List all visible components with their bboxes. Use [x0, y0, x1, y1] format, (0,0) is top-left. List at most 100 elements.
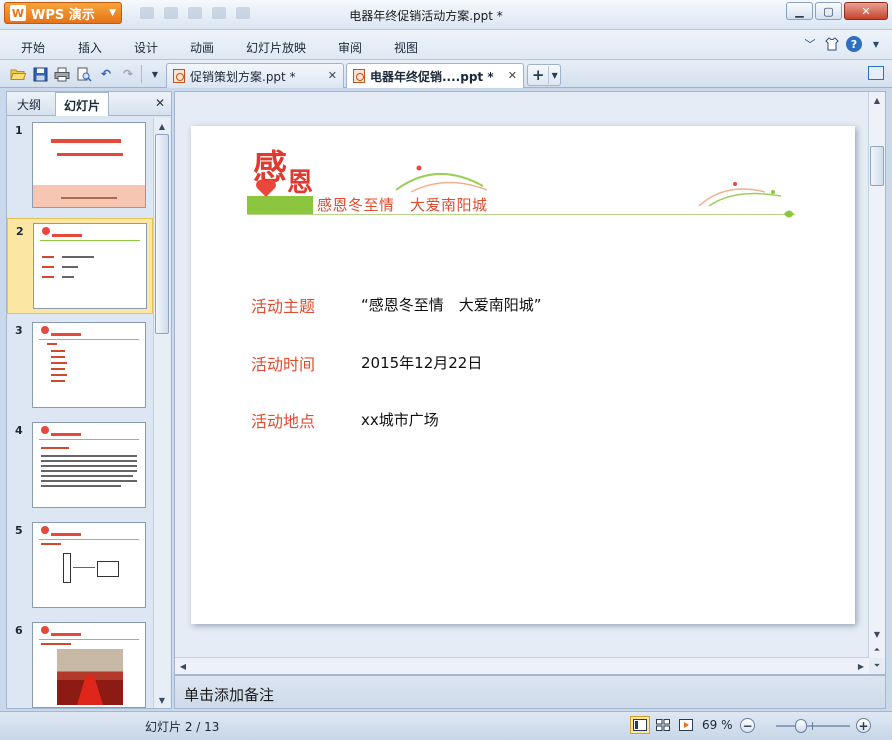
flow-box — [97, 561, 119, 577]
scroll-down-icon[interactable]: ▼ — [154, 692, 170, 708]
tab-outline[interactable]: 大纲 — [11, 96, 47, 113]
thumb-text-mark — [41, 447, 69, 449]
print-preview-icon[interactable] — [76, 66, 92, 82]
thumbnails-scrollbar[interactable]: ▲ ▼ — [153, 118, 170, 708]
menu-slideshow[interactable]: 幻灯片放映 — [246, 39, 306, 56]
slide-thumb-row[interactable]: 3 — [7, 318, 153, 414]
menu-animation[interactable]: 动画 — [190, 39, 214, 56]
help-dropdown-icon[interactable]: ▼ — [868, 36, 884, 52]
scroll-right-icon[interactable]: ▶ — [853, 658, 869, 674]
slide-number: 3 — [15, 324, 23, 337]
slide-thumb-row[interactable]: 1 — [7, 118, 153, 214]
menu-design[interactable]: 设计 — [134, 39, 158, 56]
slide-thumbnail[interactable] — [33, 223, 147, 309]
zoom-level: 69 % — [702, 718, 733, 732]
slide-number: 1 — [15, 124, 23, 137]
panel-tabs: 大纲 幻灯片 ✕ — [7, 92, 171, 116]
slides-panel: 大纲 幻灯片 ✕ 1 2 3 4 5 6 ▲ ▼ — [6, 91, 172, 709]
zoom-slider-track[interactable] — [776, 725, 850, 727]
zoom-out-icon[interactable]: − — [740, 718, 755, 733]
close-panel-icon[interactable]: ✕ — [155, 96, 165, 110]
undo-icon[interactable]: ↶ — [98, 66, 114, 82]
thumb-header — [40, 227, 140, 241]
cover-band — [33, 185, 145, 207]
tab-doc-1[interactable]: 促销策划方案.ppt * ✕ — [166, 63, 344, 88]
notes-pane[interactable]: 单击添加备注 — [174, 675, 886, 709]
minimize-button[interactable]: ▁ — [786, 2, 813, 20]
help-icon[interactable]: ? — [846, 36, 862, 52]
logo-character-en: 恩 — [287, 168, 314, 198]
slide-thumb-row-selected[interactable]: 2 — [7, 218, 153, 314]
thumb-text-mark — [41, 543, 61, 545]
previous-slide-icon[interactable]: ⏶ — [869, 642, 885, 658]
slide-sorter-view-icon[interactable] — [653, 716, 673, 734]
scrollbar-thumb[interactable] — [870, 146, 884, 186]
menu-insert[interactable]: 插入 — [78, 39, 102, 56]
thumb-text-mark — [42, 276, 54, 278]
maximize-button[interactable]: ▢ — [815, 2, 842, 20]
tab-slides[interactable]: 幻灯片 — [55, 92, 110, 116]
print-icon[interactable] — [54, 66, 70, 82]
scrollbar-thumb[interactable] — [155, 134, 169, 334]
editor-vertical-scrollbar[interactable]: ▲ ▼ ⏶ — [868, 92, 885, 658]
tab-doc-2-label: 电器年终促销....ppt * — [370, 69, 494, 84]
plus-icon: + — [528, 66, 550, 84]
thumb-text-mark — [41, 460, 137, 462]
next-slide-icon[interactable]: ⏷ — [869, 658, 885, 674]
tab-doc-1-close-icon[interactable]: ✕ — [328, 69, 337, 82]
thumb-text-mark — [41, 455, 137, 457]
slide-thumbnail[interactable] — [32, 122, 146, 208]
ribbon-collapse-icon[interactable]: ﹀ — [802, 36, 818, 52]
toolbar: ↶ ↷ ▼ 促销策划方案.ppt * ✕ 电器年终促销....ppt * ✕ +… — [0, 60, 892, 88]
thumb-text-mark — [51, 374, 67, 376]
thumb-header — [39, 326, 139, 340]
zoom-100-mark — [812, 722, 813, 730]
slide-thumbnail[interactable] — [32, 522, 146, 608]
notes-placeholder[interactable]: 单击添加备注 — [184, 684, 274, 705]
zoom-slider-knob[interactable] — [795, 719, 807, 733]
menu-review[interactable]: 审阅 — [338, 39, 362, 56]
slide-thumbnail[interactable] — [32, 622, 146, 708]
slide-thumb-row[interactable]: 5 — [7, 518, 153, 614]
thumb-text-mark — [41, 480, 137, 482]
thumb-text-mark — [41, 470, 137, 472]
folder-open-icon[interactable] — [10, 66, 26, 82]
redo-icon[interactable]: ↷ — [120, 66, 136, 82]
scroll-up-icon[interactable]: ▲ — [869, 92, 885, 108]
scroll-down-icon[interactable]: ▼ — [869, 626, 885, 642]
window-controls: ▁ ▢ ✕ — [786, 2, 888, 20]
thumb-header — [39, 626, 139, 640]
thumb-text-mark — [62, 256, 94, 258]
tab-doc-2-close-icon[interactable]: ✕ — [508, 69, 517, 82]
scroll-up-icon[interactable]: ▲ — [154, 118, 170, 134]
window-title: 电器年终促销活动方案.ppt * — [349, 9, 503, 23]
slide-counter: 幻灯片 2 / 13 — [145, 720, 220, 734]
tab-doc-2[interactable]: 电器年终促销....ppt * ✕ — [346, 63, 524, 88]
menu-bar: 开始 插入 设计 动画 幻灯片放映 审阅 视图 ﹀ ? ▼ — [0, 30, 892, 60]
close-window-button[interactable]: ✕ — [844, 2, 888, 20]
slideshow-view-icon[interactable] — [676, 716, 696, 734]
thumb-text-mark — [41, 465, 137, 467]
slide-thumbnail[interactable] — [32, 322, 146, 408]
slide-thumbnail[interactable] — [32, 422, 146, 508]
chevron-down-icon: ▼ — [551, 70, 558, 80]
slide-thumb-row[interactable]: 4 — [7, 418, 153, 514]
shirt-icon[interactable] — [824, 36, 840, 52]
new-tab-button[interactable]: + ▼ — [527, 64, 561, 86]
zoom-in-icon[interactable]: + — [856, 718, 871, 733]
save-icon[interactable] — [32, 66, 48, 82]
thumb-text-mark — [62, 276, 74, 278]
slide-thumb-row[interactable]: 6 — [7, 618, 153, 708]
menu-home[interactable]: 开始 — [21, 39, 45, 56]
customize-toolbar-icon[interactable]: ▼ — [147, 66, 163, 82]
tab-doc-1-label: 促销策划方案.ppt * — [190, 69, 296, 84]
editor-horizontal-scrollbar[interactable]: ◀ ▶ — [175, 657, 869, 674]
window-layout-icon[interactable] — [868, 66, 884, 80]
scroll-left-icon[interactable]: ◀ — [175, 658, 191, 674]
ppt-file-icon — [173, 69, 185, 83]
menu-view[interactable]: 视图 — [394, 39, 418, 56]
thumb-text-mark — [51, 362, 67, 364]
time-label: 活动时间 — [251, 355, 316, 374]
normal-view-icon[interactable] — [630, 716, 650, 734]
current-slide[interactable]: 感 恩 感恩冬至情 大爱南阳城 活动主题 “感恩冬至情 大爱南阳城” 活动时间 … — [191, 126, 855, 624]
